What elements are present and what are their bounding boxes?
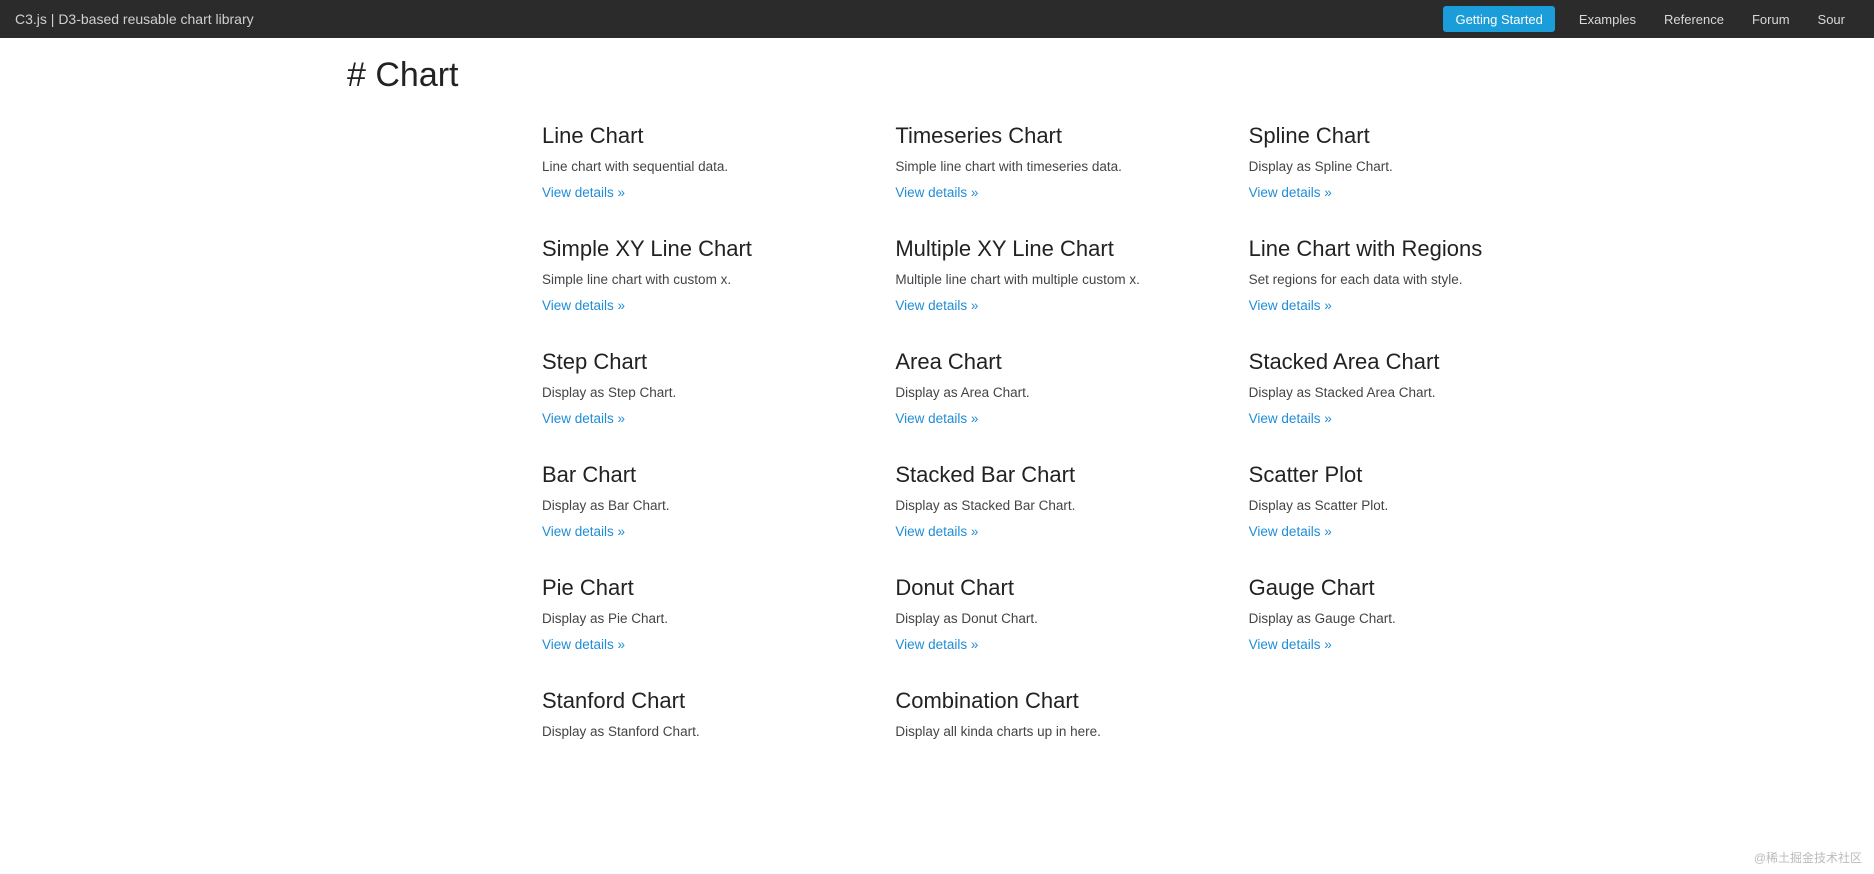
card-bar-chart: Bar Chart Display as Bar Chart. View det… xyxy=(542,462,865,541)
card-desc: Simple line chart with custom x. xyxy=(542,272,865,287)
card-step-chart: Step Chart Display as Step Chart. View d… xyxy=(542,349,865,428)
card-title: Donut Chart xyxy=(895,575,1218,601)
card-title: Pie Chart xyxy=(542,575,865,601)
card-title: Spline Chart xyxy=(1249,123,1572,149)
navbar-brand[interactable]: C3.js | D3-based reusable chart library xyxy=(15,11,254,27)
card-stacked-bar-chart: Stacked Bar Chart Display as Stacked Bar… xyxy=(895,462,1218,541)
card-line-chart-regions: Line Chart with Regions Set regions for … xyxy=(1249,236,1572,315)
card-title: Line Chart xyxy=(542,123,865,149)
card-title: Simple XY Line Chart xyxy=(542,236,865,262)
card-line-chart: Line Chart Line chart with sequential da… xyxy=(542,123,865,202)
view-details-link[interactable]: View details » xyxy=(1249,637,1332,652)
view-details-link[interactable]: View details » xyxy=(542,298,625,313)
navbar-right: Getting Started Examples Reference Forum… xyxy=(1443,0,1859,38)
card-title: Scatter Plot xyxy=(1249,462,1572,488)
view-details-link[interactable]: View details » xyxy=(895,411,978,426)
card-desc: Display as Step Chart. xyxy=(542,385,865,400)
main-container: # Chart Line Chart Line chart with seque… xyxy=(267,56,1607,783)
nav-source[interactable]: Sour xyxy=(1804,0,1859,38)
card-stacked-area-chart: Stacked Area Chart Display as Stacked Ar… xyxy=(1249,349,1572,428)
card-desc: Display as Scatter Plot. xyxy=(1249,498,1572,513)
view-details-link[interactable]: View details » xyxy=(895,524,978,539)
view-details-link[interactable]: View details » xyxy=(1249,185,1332,200)
card-donut-chart: Donut Chart Display as Donut Chart. View… xyxy=(895,575,1218,654)
card-gauge-chart: Gauge Chart Display as Gauge Chart. View… xyxy=(1249,575,1572,654)
card-desc: Display as Stanford Chart. xyxy=(542,724,865,739)
card-title: Area Chart xyxy=(895,349,1218,375)
card-stanford-chart: Stanford Chart Display as Stanford Chart… xyxy=(542,688,865,749)
navbar: C3.js | D3-based reusable chart library … xyxy=(0,0,1874,38)
card-desc: Display as Bar Chart. xyxy=(542,498,865,513)
card-title: Stanford Chart xyxy=(542,688,865,714)
card-timeseries-chart: Timeseries Chart Simple line chart with … xyxy=(895,123,1218,202)
view-details-link[interactable]: View details » xyxy=(1249,298,1332,313)
view-details-link[interactable]: View details » xyxy=(1249,411,1332,426)
card-pie-chart: Pie Chart Display as Pie Chart. View det… xyxy=(542,575,865,654)
card-area-chart: Area Chart Display as Area Chart. View d… xyxy=(895,349,1218,428)
card-combination-chart: Combination Chart Display all kinda char… xyxy=(895,688,1218,749)
card-title: Stacked Bar Chart xyxy=(895,462,1218,488)
card-title: Step Chart xyxy=(542,349,865,375)
card-title: Combination Chart xyxy=(895,688,1218,714)
view-details-link[interactable]: View details » xyxy=(895,637,978,652)
view-details-link[interactable]: View details » xyxy=(542,185,625,200)
card-desc: Display as Stacked Area Chart. xyxy=(1249,385,1572,400)
card-title: Multiple XY Line Chart xyxy=(895,236,1218,262)
card-simple-xy-line-chart: Simple XY Line Chart Simple line chart w… xyxy=(542,236,865,315)
nav-reference[interactable]: Reference xyxy=(1650,0,1738,38)
card-desc: Set regions for each data with style. xyxy=(1249,272,1572,287)
page-title: # Chart xyxy=(347,56,1592,95)
view-details-link[interactable]: View details » xyxy=(542,637,625,652)
nav-getting-started[interactable]: Getting Started xyxy=(1443,6,1554,32)
card-desc: Simple line chart with timeseries data. xyxy=(895,159,1218,174)
card-desc: Display as Donut Chart. xyxy=(895,611,1218,626)
chart-grid: Line Chart Line chart with sequential da… xyxy=(542,123,1572,783)
view-details-link[interactable]: View details » xyxy=(895,298,978,313)
card-scatter-plot: Scatter Plot Display as Scatter Plot. Vi… xyxy=(1249,462,1572,541)
view-details-link[interactable]: View details » xyxy=(542,411,625,426)
card-title: Stacked Area Chart xyxy=(1249,349,1572,375)
card-title: Line Chart with Regions xyxy=(1249,236,1572,262)
nav-forum[interactable]: Forum xyxy=(1738,0,1804,38)
view-details-link[interactable]: View details » xyxy=(895,185,978,200)
view-details-link[interactable]: View details » xyxy=(542,524,625,539)
card-title: Timeseries Chart xyxy=(895,123,1218,149)
card-spline-chart: Spline Chart Display as Spline Chart. Vi… xyxy=(1249,123,1572,202)
card-desc: Display as Stacked Bar Chart. xyxy=(895,498,1218,513)
card-desc: Display as Pie Chart. xyxy=(542,611,865,626)
card-desc: Display as Gauge Chart. xyxy=(1249,611,1572,626)
card-desc: Line chart with sequential data. xyxy=(542,159,865,174)
card-title: Gauge Chart xyxy=(1249,575,1572,601)
card-desc: Display as Spline Chart. xyxy=(1249,159,1572,174)
nav-examples[interactable]: Examples xyxy=(1565,0,1650,38)
card-desc: Multiple line chart with multiple custom… xyxy=(895,272,1218,287)
card-desc: Display all kinda charts up in here. xyxy=(895,724,1218,739)
view-details-link[interactable]: View details » xyxy=(1249,524,1332,539)
card-multiple-xy-line-chart: Multiple XY Line Chart Multiple line cha… xyxy=(895,236,1218,315)
watermark: @稀土掘金技术社区 xyxy=(1754,849,1862,866)
card-desc: Display as Area Chart. xyxy=(895,385,1218,400)
card-title: Bar Chart xyxy=(542,462,865,488)
